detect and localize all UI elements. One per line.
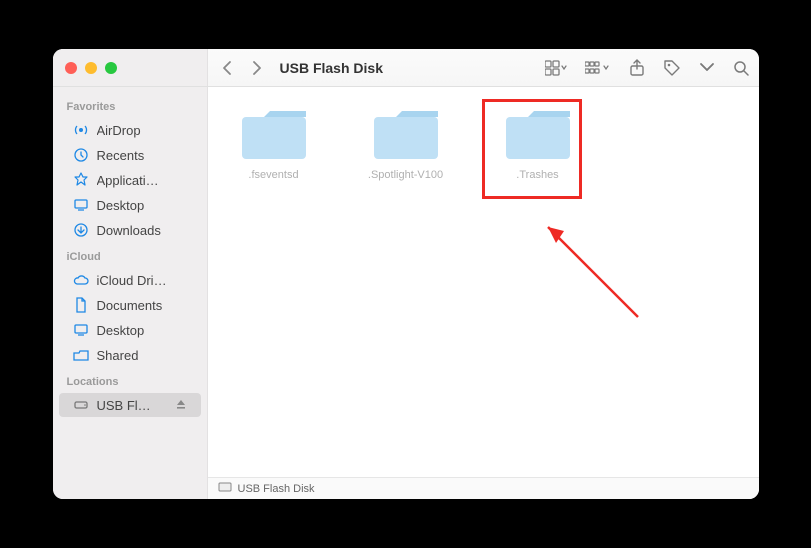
view-mode-button[interactable] — [545, 60, 567, 76]
titlebar: USB Flash Disk — [53, 49, 759, 87]
icloud-icon — [73, 272, 89, 288]
finder-window: USB Flash Disk — [53, 49, 759, 499]
sidebar-item-downloads[interactable]: Downloads — [59, 218, 201, 242]
sidebar-item-label: Downloads — [97, 223, 161, 238]
content-area: .fseventsd .Spotlight-V100 — [208, 87, 759, 499]
document-icon — [73, 297, 89, 313]
sidebar-item-label: iCloud Dri… — [97, 273, 167, 288]
folder-item[interactable]: .Trashes — [492, 107, 584, 181]
sidebar-item-desktop[interactable]: Desktop — [59, 193, 201, 217]
recents-icon — [73, 147, 89, 163]
sidebar-section-title: iCloud — [53, 243, 207, 267]
sidebar-item-airdrop[interactable]: AirDrop — [59, 118, 201, 142]
more-button[interactable] — [699, 62, 715, 74]
disk-icon — [73, 397, 89, 413]
body: Favorites AirDrop Recents Applicati… — [53, 87, 759, 499]
toolbar-actions — [545, 59, 749, 77]
sidebar-item-label: Documents — [97, 298, 163, 313]
tags-button[interactable] — [663, 59, 681, 77]
airdrop-icon — [73, 122, 89, 138]
sidebar-item-label: Recents — [97, 148, 145, 163]
folder-icon — [502, 107, 574, 163]
folder-icon — [370, 107, 442, 163]
sidebar-item-label: USB Fl… — [97, 398, 151, 413]
desktop-icon — [73, 322, 89, 338]
minimize-button[interactable] — [85, 62, 97, 74]
search-button[interactable] — [733, 60, 749, 76]
folder-label: .fseventsd — [248, 169, 298, 181]
pathbar-label: USB Flash Disk — [238, 483, 315, 495]
folder-label: .Spotlight-V100 — [368, 169, 443, 181]
sidebar-item-label: Desktop — [97, 198, 145, 213]
sidebar-item-shared[interactable]: Shared — [59, 343, 201, 367]
fullscreen-button[interactable] — [105, 62, 117, 74]
sidebar-item-desktop-icloud[interactable]: Desktop — [59, 318, 201, 342]
sidebar-section-title: Favorites — [53, 93, 207, 117]
share-button[interactable] — [629, 59, 645, 77]
sidebar-item-label: Applicati… — [97, 173, 159, 188]
downloads-icon — [73, 222, 89, 238]
forward-button[interactable] — [248, 59, 266, 77]
sidebar-item-label: Shared — [97, 348, 139, 363]
sidebar-item-applications[interactable]: Applicati… — [59, 168, 201, 192]
shared-icon — [73, 347, 89, 363]
group-by-button[interactable] — [585, 60, 611, 76]
eject-icon[interactable] — [175, 398, 187, 413]
close-button[interactable] — [65, 62, 77, 74]
sidebar-item-documents[interactable]: Documents — [59, 293, 201, 317]
back-button[interactable] — [218, 59, 236, 77]
pathbar[interactable]: USB Flash Disk — [208, 477, 759, 499]
folder-label: .Trashes — [516, 169, 558, 181]
sidebar-item-icloud[interactable]: iCloud Dri… — [59, 268, 201, 292]
toolbar: USB Flash Disk — [208, 59, 759, 77]
sidebar-item-recents[interactable]: Recents — [59, 143, 201, 167]
sidebar: Favorites AirDrop Recents Applicati… — [53, 87, 208, 499]
applications-icon — [73, 172, 89, 188]
titlebar-sidebar-area — [53, 49, 208, 86]
desktop-icon — [73, 197, 89, 213]
sidebar-item-label: Desktop — [97, 323, 145, 338]
window-title: USB Flash Disk — [280, 60, 383, 76]
folder-grid[interactable]: .fseventsd .Spotlight-V100 — [208, 87, 759, 477]
folder-item[interactable]: .fseventsd — [228, 107, 320, 181]
folder-item[interactable]: .Spotlight-V100 — [360, 107, 452, 181]
folder-icon — [238, 107, 310, 163]
traffic-lights — [65, 62, 117, 74]
disk-icon — [218, 482, 232, 495]
sidebar-item-usb[interactable]: USB Fl… — [59, 393, 201, 417]
nav-arrows — [218, 59, 266, 77]
sidebar-section-title: Locations — [53, 368, 207, 392]
sidebar-item-label: AirDrop — [97, 123, 141, 138]
